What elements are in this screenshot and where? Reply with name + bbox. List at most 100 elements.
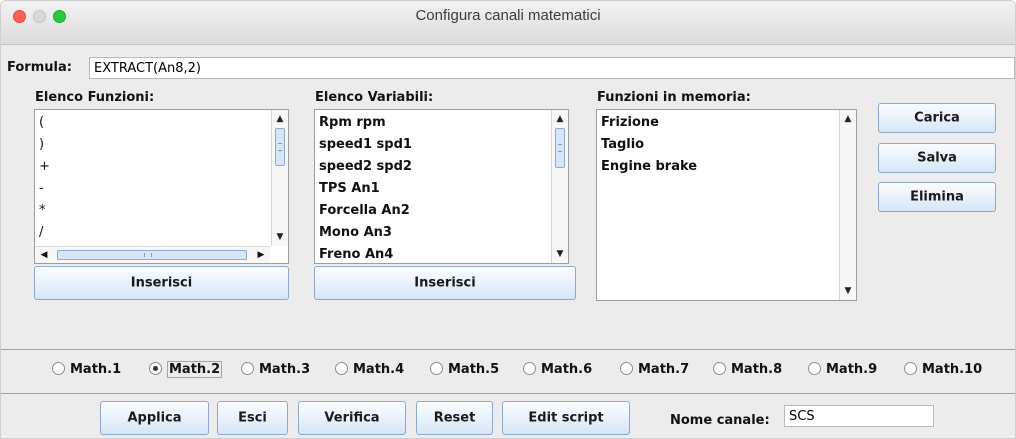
radio-label: Math.3 <box>259 362 311 377</box>
radio-button-icon[interactable] <box>904 362 917 375</box>
functions-horizontal-scrollbar[interactable]: ◀ ▶ <box>35 246 270 263</box>
delete-button[interactable]: Elimina <box>878 182 996 212</box>
scroll-up-icon[interactable]: ▲ <box>842 112 854 126</box>
list-item[interactable]: ) <box>39 134 270 156</box>
list-item[interactable]: * <box>39 200 270 222</box>
scroll-left-icon[interactable]: ◀ <box>38 249 50 261</box>
channel-name-input[interactable] <box>784 405 934 427</box>
memory-listbox[interactable]: Frizione Taglio Engine brake ▲ ▼ <box>596 109 857 301</box>
list-item[interactable]: ( <box>39 112 270 134</box>
functions-insert-button[interactable]: Inserisci <box>34 266 289 300</box>
exit-button-label: Esci <box>238 410 267 426</box>
memory-vertical-scrollbar[interactable]: ▲ ▼ <box>839 110 856 300</box>
verify-button-label: Verifica <box>324 410 380 426</box>
channel-radio-math-7[interactable]: Math.7 <box>620 362 689 377</box>
variables-list-label: Elenco Variabili: <box>315 90 434 105</box>
radio-button-icon[interactable] <box>523 362 536 375</box>
functions-horizontal-thumb[interactable] <box>57 250 247 260</box>
radio-button-icon[interactable] <box>149 362 162 375</box>
functions-vertical-thumb[interactable] <box>275 128 285 166</box>
variables-listbox[interactable]: Rpm rpm speed1 spd1 speed2 spd2 TPS An1 Forc… <box>314 109 569 264</box>
radio-label: Math.6 <box>541 362 593 377</box>
list-item[interactable]: Engine brake <box>601 156 838 178</box>
formula-input[interactable] <box>89 57 1015 79</box>
reset-button[interactable]: Reset <box>416 401 493 435</box>
channel-radio-math-4[interactable]: Math.4 <box>335 362 404 377</box>
edit-script-button[interactable]: Edit script <box>502 401 630 435</box>
apply-button[interactable]: Applica <box>100 401 209 435</box>
variables-vertical-scrollbar[interactable]: ▲ ▼ <box>551 110 568 263</box>
separator-bottom <box>1 393 1015 394</box>
radio-label: Math.5 <box>448 362 500 377</box>
channel-name-label: Nome canale: <box>670 413 770 428</box>
list-item[interactable]: Frizione <box>601 112 838 134</box>
list-item[interactable]: Rpm rpm <box>319 112 550 134</box>
channel-radio-math-1[interactable]: Math.1 <box>52 362 121 377</box>
radio-button-icon[interactable] <box>430 362 443 375</box>
list-item[interactable]: speed2 spd2 <box>319 156 550 178</box>
formula-row: Formula: <box>1 57 1015 79</box>
radio-label: Math.9 <box>826 362 878 377</box>
radio-label: Math.1 <box>70 362 122 377</box>
functions-vertical-scrollbar[interactable]: ▲ ▼ <box>271 110 288 246</box>
window-title: Configura canali matematici <box>415 7 601 24</box>
list-item[interactable]: + <box>39 156 270 178</box>
radio-button-icon[interactable] <box>241 362 254 375</box>
variables-insert-label: Inserisci <box>414 275 476 291</box>
channel-radio-math-6[interactable]: Math.6 <box>523 362 592 377</box>
list-item[interactable]: Freno An4 <box>319 244 550 266</box>
list-item[interactable]: speed1 spd1 <box>319 134 550 156</box>
variables-vertical-thumb[interactable] <box>555 128 565 168</box>
dialog-window: Configura canali matematici Formula: Ele… <box>0 0 1016 439</box>
radio-label: Math.10 <box>922 362 983 377</box>
scroll-down-icon[interactable]: ▼ <box>554 247 566 261</box>
scroll-up-icon[interactable]: ▲ <box>274 112 286 126</box>
radio-label: Math.4 <box>353 362 405 377</box>
apply-button-label: Applica <box>127 410 182 426</box>
save-button-label: Salva <box>917 150 957 166</box>
verify-button[interactable]: Verifica <box>298 401 406 435</box>
load-button[interactable]: Carica <box>878 103 996 133</box>
channel-radio-math-2[interactable]: Math.2 <box>149 361 223 378</box>
reset-button-label: Reset <box>433 410 476 426</box>
channel-radio-math-10[interactable]: Math.10 <box>904 362 982 377</box>
load-button-label: Carica <box>914 110 960 126</box>
list-item[interactable]: Mono An3 <box>319 222 550 244</box>
list-item[interactable]: Forcella An2 <box>319 200 550 222</box>
radio-button-icon[interactable] <box>620 362 633 375</box>
channel-radio-math-9[interactable]: Math.9 <box>808 362 877 377</box>
radio-button-icon[interactable] <box>808 362 821 375</box>
radio-button-icon[interactable] <box>713 362 726 375</box>
scroll-right-icon[interactable]: ▶ <box>255 249 267 261</box>
memory-list-label: Funzioni in memoria: <box>597 90 751 105</box>
scroll-down-icon[interactable]: ▼ <box>274 230 286 244</box>
list-item[interactable]: - <box>39 178 270 200</box>
channel-radio-math-3[interactable]: Math.3 <box>241 362 310 377</box>
radio-button-icon[interactable] <box>335 362 348 375</box>
variables-insert-button[interactable]: Inserisci <box>314 266 576 300</box>
memory-items: Frizione Taglio Engine brake <box>601 112 838 178</box>
list-item[interactable]: Taglio <box>601 134 838 156</box>
radio-label: Math.7 <box>638 362 690 377</box>
channel-radio-group: Math.1 Math.2 Math.3 Math.4 Math.5 Math.6 Math… <box>1 350 1015 390</box>
scroll-down-icon[interactable]: ▼ <box>842 284 854 298</box>
scroll-up-icon[interactable]: ▲ <box>554 112 566 126</box>
formula-label: Formula: <box>7 60 72 75</box>
channel-radio-math-8[interactable]: Math.8 <box>713 362 782 377</box>
exit-button[interactable]: Esci <box>217 401 288 435</box>
functions-insert-label: Inserisci <box>130 275 193 291</box>
title-bar: Configura canali matematici <box>1 1 1015 45</box>
list-item[interactable]: / <box>39 222 270 244</box>
delete-button-label: Elimina <box>910 189 964 205</box>
radio-label: Math.8 <box>731 362 783 377</box>
edit-script-button-label: Edit script <box>528 410 604 426</box>
radio-button-icon[interactable] <box>52 362 65 375</box>
save-button[interactable]: Salva <box>878 143 996 173</box>
functions-listbox[interactable]: () + - * / ▲ ▼ ◀ ▶ <box>34 109 289 264</box>
list-item[interactable]: TPS An1 <box>319 178 550 200</box>
functions-items: () + - * / <box>39 112 270 244</box>
variables-items: Rpm rpm speed1 spd1 speed2 spd2 TPS An1 Forc… <box>319 112 550 266</box>
radio-label: Math.2 <box>167 361 223 378</box>
channel-radio-math-5[interactable]: Math.5 <box>430 362 499 377</box>
functions-list-label: Elenco Funzioni: <box>35 90 155 105</box>
